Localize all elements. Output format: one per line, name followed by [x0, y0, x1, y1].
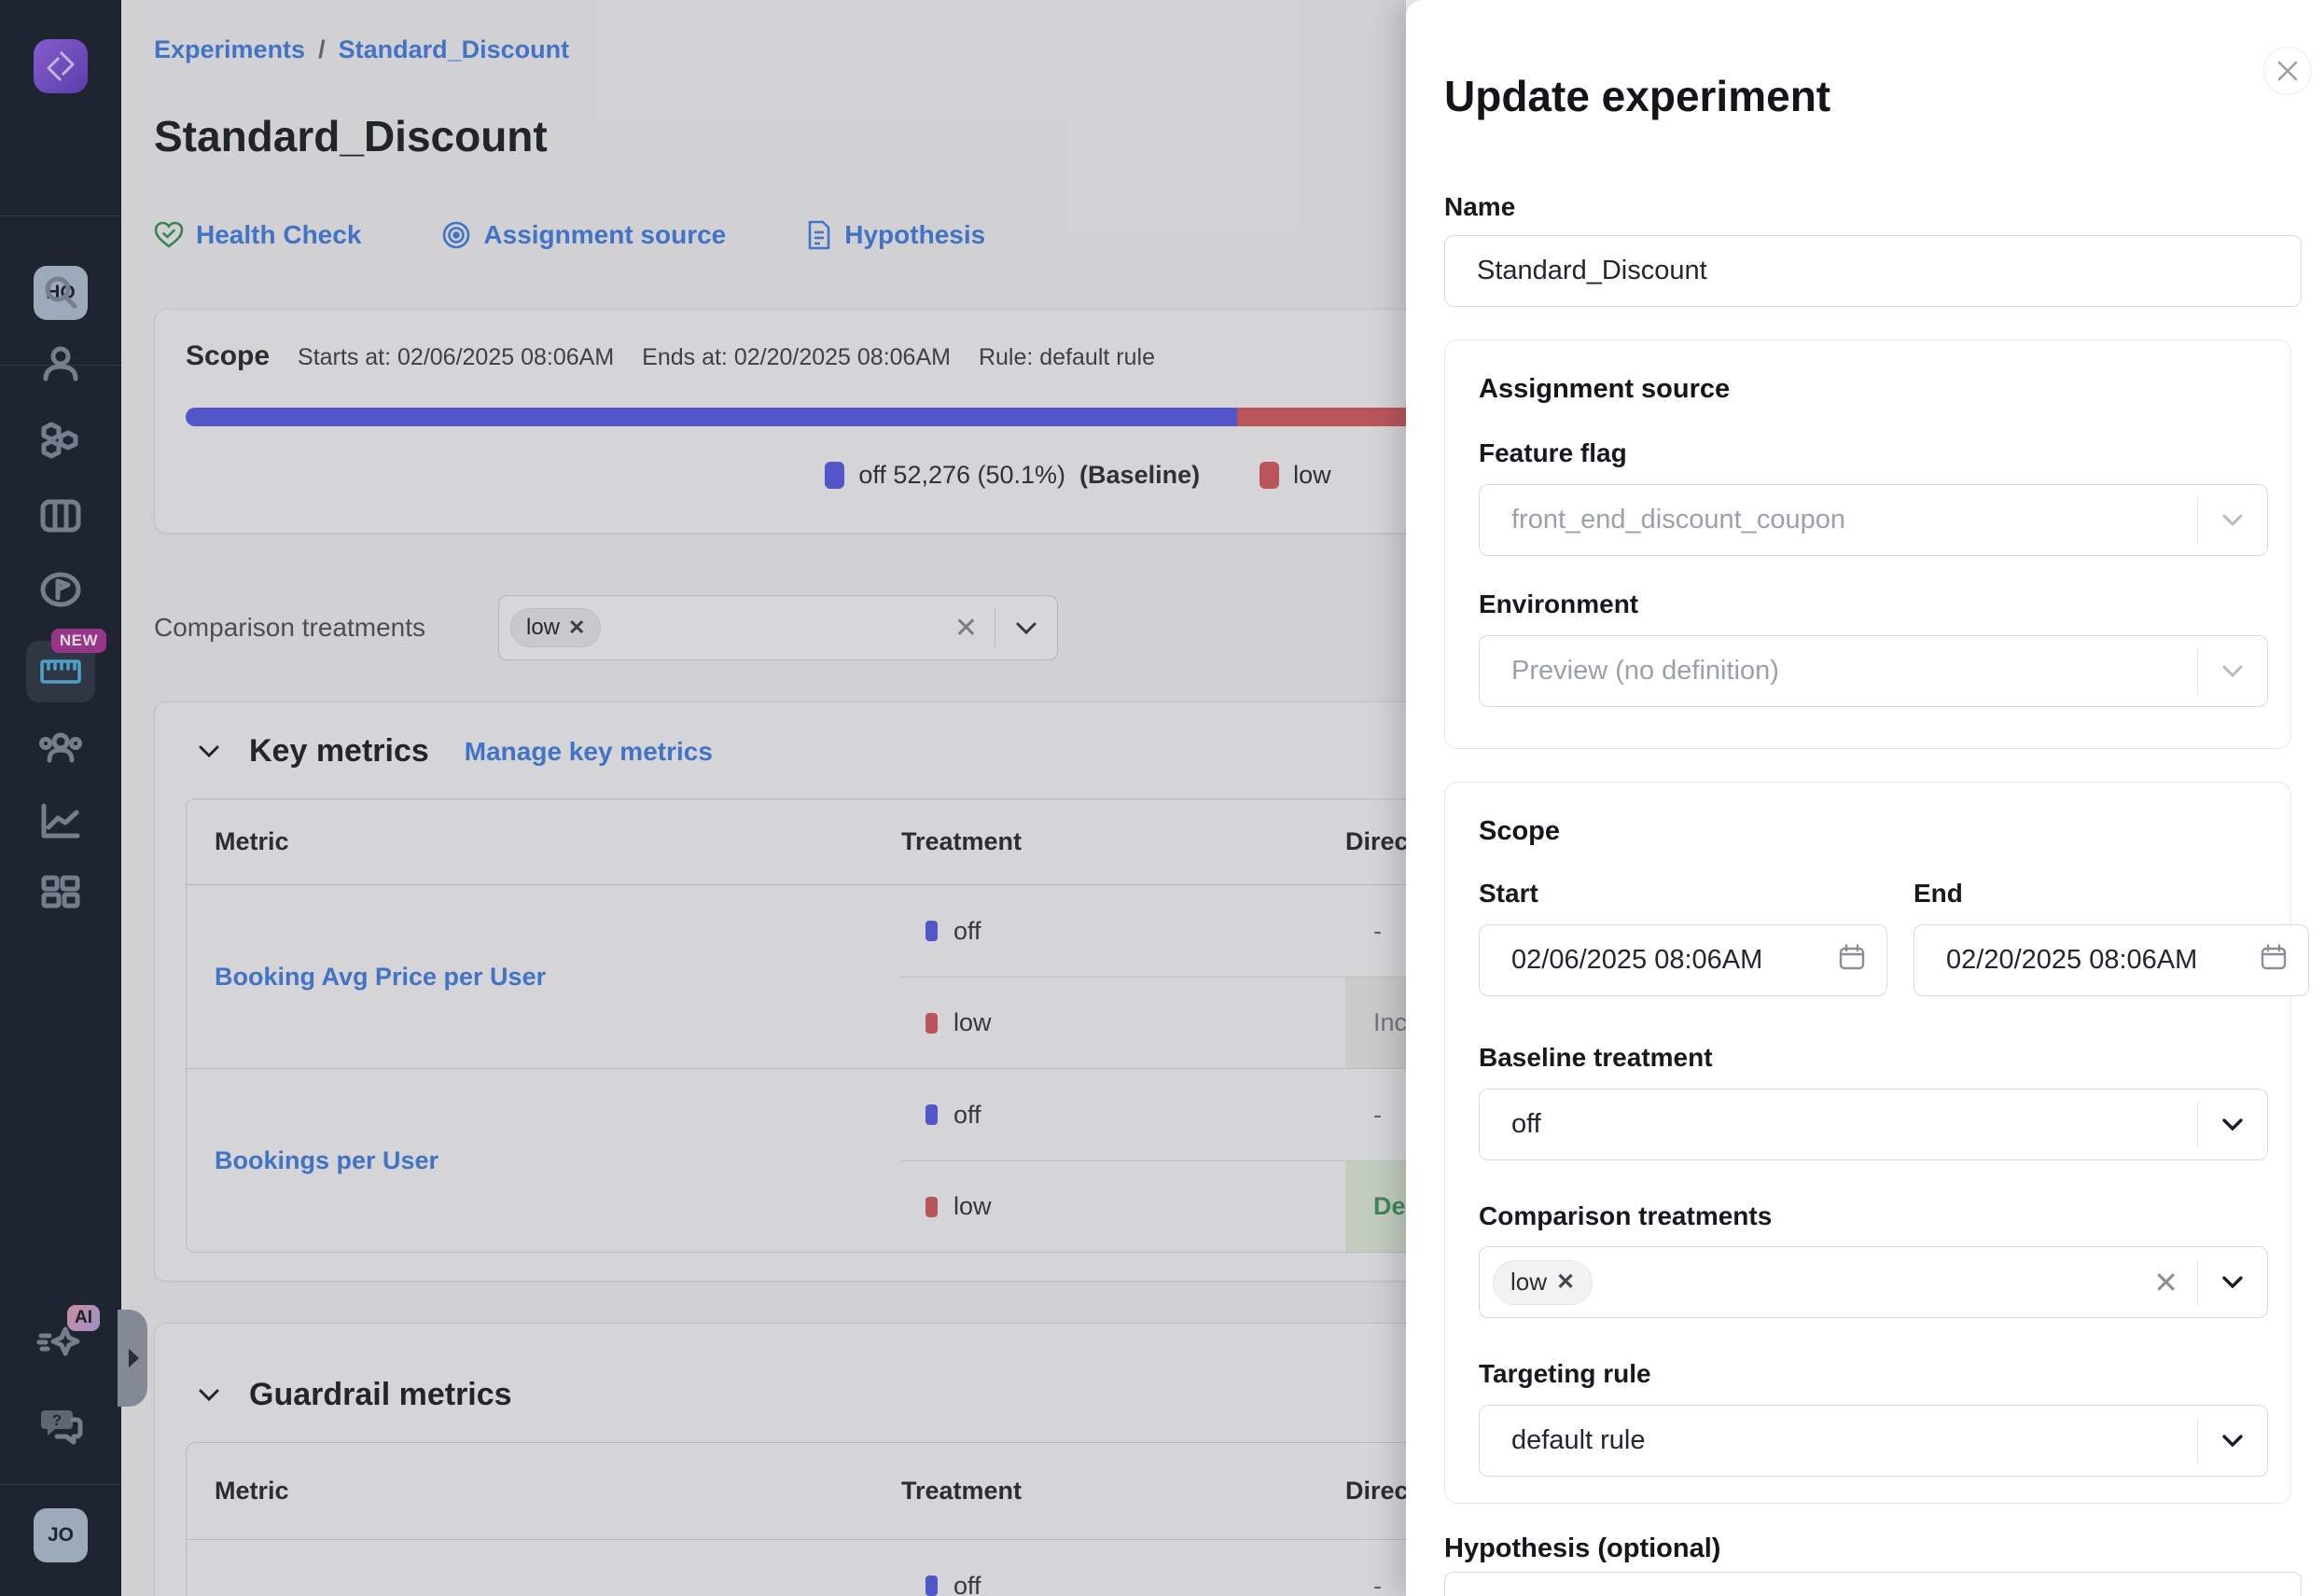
close-panel-button[interactable] — [2263, 47, 2312, 95]
end-date-input[interactable]: 02/20/2025 08:06AM — [1913, 924, 2309, 996]
name-label: Name — [1444, 192, 2302, 222]
end-label: End — [1913, 879, 2309, 909]
chevron-down-icon[interactable] — [2198, 1276, 2267, 1288]
app-window: HO — [0, 0, 2324, 1596]
targeting-rule-value: default rule — [1511, 1425, 1646, 1456]
start-label: Start — [1479, 879, 1887, 909]
environment-select[interactable]: Preview (no definition) — [1479, 635, 2268, 707]
chevron-down-icon — [2198, 514, 2267, 526]
name-value: Standard_Discount — [1477, 256, 1707, 286]
close-icon — [2275, 59, 2300, 83]
start-date-value: 02/06/2025 08:06AM — [1511, 945, 1762, 976]
feature-flag-value: front_end_discount_coupon — [1511, 505, 1845, 535]
start-date-input[interactable]: 02/06/2025 08:06AM — [1479, 924, 1887, 996]
baseline-treatment-label: Baseline treatment — [1479, 1043, 2268, 1073]
hypothesis-optional-label: Hypothesis (optional) — [1444, 1534, 2302, 1564]
baseline-treatment-value: off — [1511, 1109, 1541, 1140]
environment-value: Preview (no definition) — [1511, 656, 1779, 687]
name-input[interactable]: Standard_Discount — [1444, 235, 2302, 307]
assignment-source-card: Assignment source Feature flag front_end… — [1444, 340, 2291, 749]
hypothesis-textarea[interactable] — [1444, 1572, 2302, 1596]
chip-remove-icon[interactable]: ✕ — [1556, 1269, 1575, 1296]
treatment-chip-low[interactable]: low ✕ — [1493, 1260, 1593, 1305]
chevron-down-icon[interactable] — [2198, 1435, 2267, 1447]
clear-selection-icon[interactable]: ✕ — [2135, 1265, 2197, 1300]
chip-label: low — [1510, 1268, 1547, 1297]
scope-heading: Scope — [1479, 816, 2268, 847]
calendar-icon[interactable] — [2260, 943, 2288, 978]
feature-flag-label: Feature flag — [1479, 438, 2268, 468]
environment-label: Environment — [1479, 590, 2268, 619]
panel-title: Update experiment — [1444, 71, 2302, 121]
baseline-treatment-select[interactable]: off — [1479, 1089, 2268, 1160]
targeting-rule-select[interactable]: default rule — [1479, 1405, 2268, 1477]
chevron-down-icon[interactable] — [2198, 1118, 2267, 1131]
chevron-down-icon — [2198, 665, 2267, 677]
scope-card: Scope Start End 02/06/2025 08:06AM 02/20… — [1444, 782, 2291, 1504]
calendar-icon[interactable] — [1838, 943, 1866, 978]
modal-scrim[interactable] — [0, 0, 1406, 1596]
feature-flag-select[interactable]: front_end_discount_coupon — [1479, 484, 2268, 556]
assignment-source-heading: Assignment source — [1479, 374, 2268, 405]
update-experiment-panel: Update experiment Name Standard_Discount… — [1406, 0, 2324, 1596]
end-date-value: 02/20/2025 08:06AM — [1946, 945, 2197, 976]
targeting-rule-label: Targeting rule — [1479, 1359, 2268, 1389]
comparison-treatments-multiselect[interactable]: low ✕ ✕ — [1479, 1246, 2268, 1318]
comparison-treatments-label: Comparison treatments — [1479, 1201, 2268, 1231]
